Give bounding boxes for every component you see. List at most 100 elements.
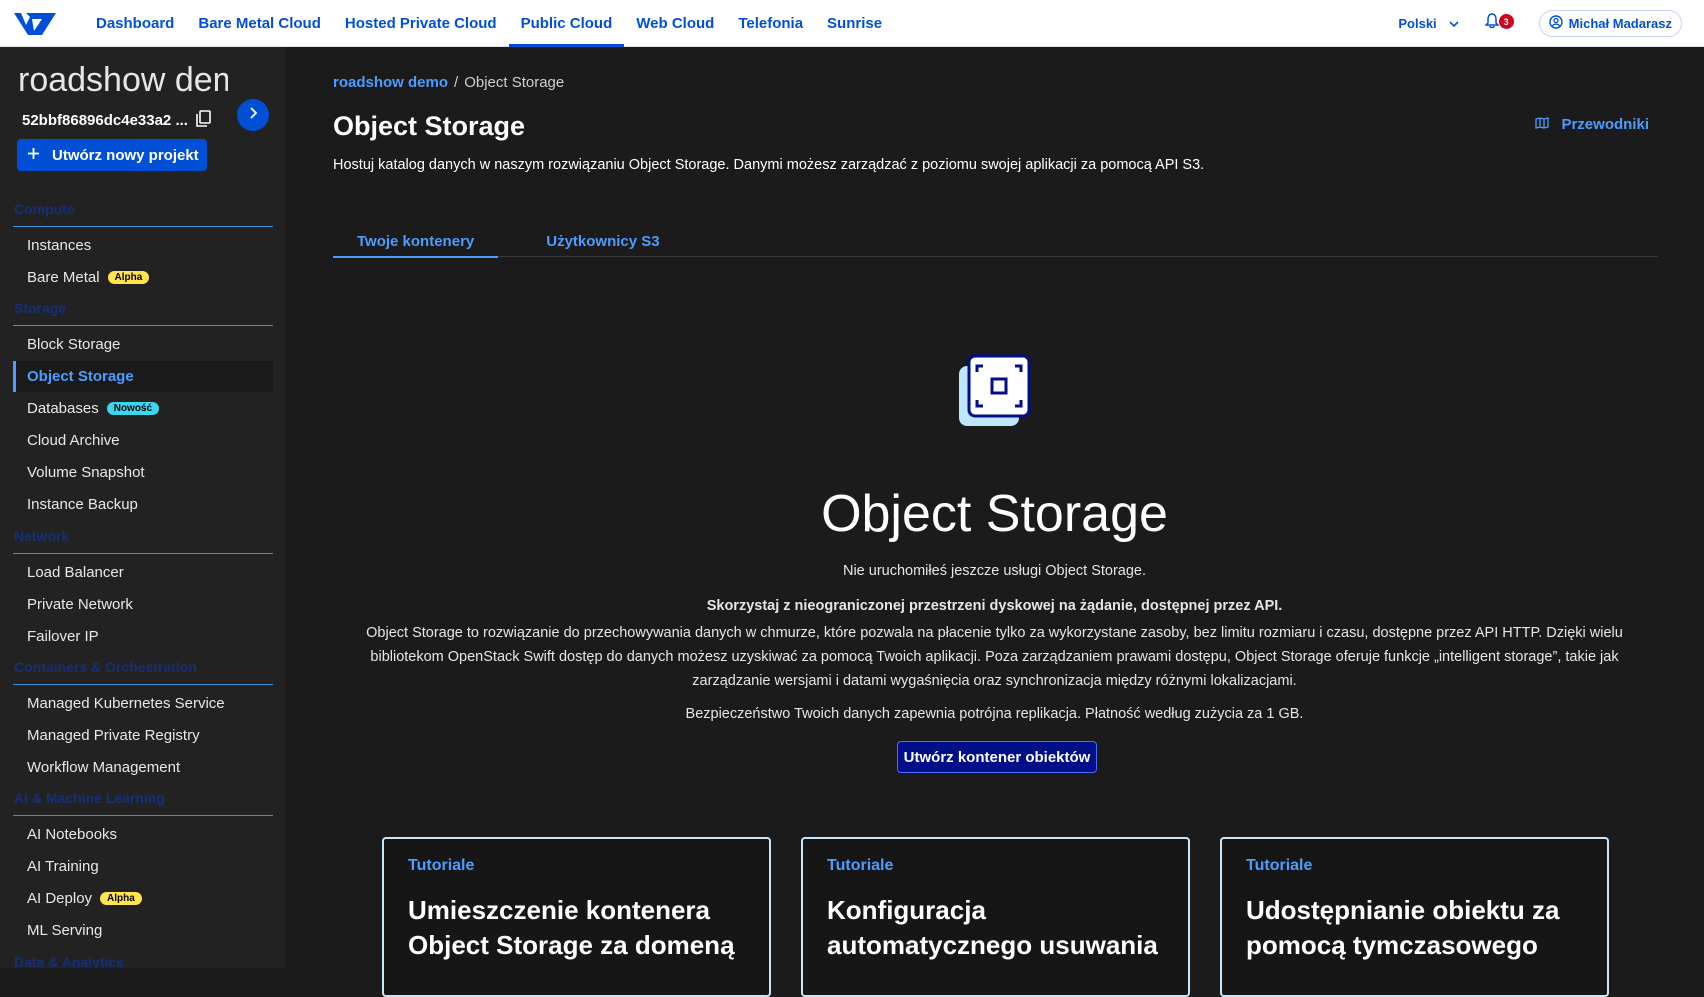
card-category: Tutoriale bbox=[408, 857, 475, 874]
book-icon bbox=[1535, 116, 1550, 133]
not-started-text: Nie uruchomiłeś jeszcze usługi Object St… bbox=[842, 563, 1147, 579]
breadcrumb-separator: / bbox=[454, 74, 459, 91]
tutorial-card[interactable]: Tutoriale Udostępnianie obiektu za pomoc… bbox=[1220, 837, 1609, 997]
new-badge: Nowość bbox=[106, 402, 160, 415]
card-title: Udostępnianie obiektu za pomocą tymczaso… bbox=[1246, 895, 1560, 960]
nav-dashboard[interactable]: Dashboard bbox=[84, 0, 186, 47]
section-divider bbox=[13, 226, 273, 227]
sidebar-item-managed-kubernetes[interactable]: Managed Kubernetes Service bbox=[13, 688, 273, 719]
user-icon bbox=[1548, 14, 1563, 32]
sidebar-item-label: Bare Metal bbox=[27, 269, 100, 286]
user-menu-button[interactable]: Michał Madarasz bbox=[1538, 9, 1682, 37]
copy-icon[interactable] bbox=[196, 110, 211, 131]
tab-s3-users[interactable]: Użytkownicy S3 bbox=[522, 225, 683, 257]
project-name: roadshow demo bbox=[18, 61, 228, 99]
sidebar-item-block-storage[interactable]: Block Storage bbox=[13, 329, 273, 360]
user-name: Michał Madarasz bbox=[1568, 15, 1672, 31]
nav-bare-metal-cloud[interactable]: Bare Metal Cloud bbox=[186, 0, 333, 47]
sidebar-item-label: AI Training bbox=[27, 858, 99, 875]
tabs: Twoje kontenery Użytkownicy S3 bbox=[333, 225, 1658, 258]
sidebar-item-label: Private Network bbox=[27, 596, 133, 613]
sidebar-item-label: Cloud Archive bbox=[27, 432, 120, 449]
sidebar-item-label: AI Notebooks bbox=[27, 826, 118, 843]
sidebar-item-instances[interactable]: Instances bbox=[13, 230, 273, 261]
sidebar-item-object-storage[interactable]: Object Storage bbox=[13, 361, 273, 392]
section-ai: AI & Machine Learning bbox=[14, 790, 165, 806]
language-label: Polski bbox=[1398, 15, 1437, 31]
card-title: Konfiguracja automatycznego usuwania bbox=[827, 895, 1158, 960]
tutorial-card[interactable]: Tutoriale Konfiguracja automatycznego us… bbox=[801, 837, 1190, 997]
sidebar-item-databases[interactable]: Databases Nowość bbox=[13, 393, 273, 424]
sidebar-item-instance-backup[interactable]: Instance Backup bbox=[13, 489, 273, 520]
description-paragraph: Object Storage to rozwiązanie do przecho… bbox=[366, 625, 1623, 689]
card-category: Tutoriale bbox=[1246, 857, 1313, 874]
tutorial-card[interactable]: Tutoriale Umieszczenie kontenera Object … bbox=[382, 837, 771, 997]
guides-label: Przewodniki bbox=[1561, 116, 1649, 133]
sidebar-item-label: Instance Backup bbox=[27, 496, 138, 513]
object-storage-icon bbox=[957, 354, 1031, 433]
sidebar-item-bare-metal[interactable]: Bare Metal Alpha bbox=[13, 262, 273, 293]
sidebar-item-label: Instances bbox=[27, 237, 92, 254]
notifications-button[interactable]: 3 bbox=[1483, 12, 1514, 34]
sidebar-item-label: Databases bbox=[27, 400, 99, 417]
card-title: Umieszczenie kontenera Object Storage za… bbox=[408, 895, 735, 960]
section-divider bbox=[13, 684, 273, 685]
alpha-badge: Alpha bbox=[107, 271, 150, 284]
sidebar-item-ai-notebooks[interactable]: AI Notebooks bbox=[13, 819, 273, 850]
sidebar-item-workflow-management[interactable]: Workflow Management bbox=[13, 752, 273, 783]
notification-count-badge: 3 bbox=[1498, 14, 1514, 29]
sidebar-item-ml-serving[interactable]: ML Serving bbox=[13, 915, 273, 946]
section-containers: Containers & Orchestration bbox=[14, 659, 197, 675]
tab-containers[interactable]: Twoje kontenery bbox=[333, 225, 499, 258]
sidebar-item-label: Failover IP bbox=[27, 628, 99, 645]
ovhcloud-logo[interactable] bbox=[12, 8, 60, 38]
section-divider bbox=[13, 553, 273, 554]
top-navigation: Dashboard Bare Metal Cloud Hosted Privat… bbox=[0, 0, 1704, 47]
nav-hosted-private-cloud[interactable]: Hosted Private Cloud bbox=[333, 0, 509, 47]
breadcrumb: roadshow demo / Object Storage bbox=[333, 74, 564, 91]
sidebar-item-failover-ip[interactable]: Failover IP bbox=[13, 621, 273, 652]
sidebar-item-label: Volume Snapshot bbox=[27, 464, 145, 481]
sidebar-item-volume-snapshot[interactable]: Volume Snapshot bbox=[13, 457, 273, 488]
sidebar-item-label: Object Storage bbox=[27, 368, 134, 385]
section-compute: Compute bbox=[14, 201, 75, 217]
new-project-button[interactable]: Utwórz nowy projekt bbox=[17, 139, 207, 171]
card-category: Tutoriale bbox=[827, 857, 894, 874]
sidebar-item-label: AI Deploy bbox=[27, 890, 93, 907]
chevron-down-icon bbox=[1449, 16, 1459, 31]
section-divider bbox=[13, 325, 273, 326]
section-storage: Storage bbox=[14, 300, 67, 316]
bell-icon bbox=[1483, 12, 1500, 34]
sidebar-item-private-network[interactable]: Private Network bbox=[13, 589, 273, 620]
main-content: roadshow demo / Object Storage Object St… bbox=[285, 47, 1704, 997]
guides-button[interactable]: Przewodniki bbox=[1535, 116, 1649, 133]
sidebar-item-label: ML Serving bbox=[27, 922, 103, 939]
project-id-value: 52bbf86896dc4e33a2 ... bbox=[22, 112, 188, 129]
sidebar-item-label: Managed Kubernetes Service bbox=[27, 695, 225, 712]
alpha-badge: Alpha bbox=[100, 892, 142, 905]
nav-public-cloud[interactable]: Public Cloud bbox=[508, 0, 625, 47]
breadcrumb-project-link[interactable]: roadshow demo bbox=[333, 74, 448, 91]
section-network: Network bbox=[14, 528, 70, 544]
section-divider bbox=[13, 815, 273, 816]
sidebar: roadshow demo 52bbf86896dc4e33a2 ... Utw… bbox=[0, 47, 285, 968]
sidebar-item-ai-deploy[interactable]: AI Deploy Alpha bbox=[13, 883, 273, 914]
new-project-label: Utwórz nowy projekt bbox=[52, 146, 199, 164]
sidebar-item-label: Load Balancer bbox=[27, 564, 124, 581]
breadcrumb-current: Object Storage bbox=[464, 74, 565, 91]
page-title: Object Storage bbox=[333, 111, 526, 141]
sidebar-item-label: Block Storage bbox=[27, 336, 121, 353]
sidebar-item-label: Managed Private Registry bbox=[27, 727, 200, 744]
create-container-button[interactable]: Utwórz kontener obiektów bbox=[897, 741, 1097, 773]
sidebar-toggle-button[interactable] bbox=[237, 99, 269, 131]
sidebar-item-cloud-archive[interactable]: Cloud Archive bbox=[13, 425, 273, 456]
sidebar-item-managed-private-registry[interactable]: Managed Private Registry bbox=[13, 720, 273, 751]
sidebar-item-ai-training[interactable]: AI Training bbox=[13, 851, 273, 882]
language-selector[interactable]: Polski bbox=[1398, 15, 1459, 31]
security-text: Bezpieczeństwo Twoich danych zapewnia po… bbox=[685, 706, 1304, 722]
nav-telefonia[interactable]: Telefonia bbox=[726, 0, 815, 47]
sidebar-item-load-balancer[interactable]: Load Balancer bbox=[13, 557, 273, 588]
nav-sunrise[interactable]: Sunrise bbox=[815, 0, 894, 47]
nav-web-cloud[interactable]: Web Cloud bbox=[624, 0, 726, 47]
hero-title: Object Storage bbox=[821, 485, 1168, 543]
